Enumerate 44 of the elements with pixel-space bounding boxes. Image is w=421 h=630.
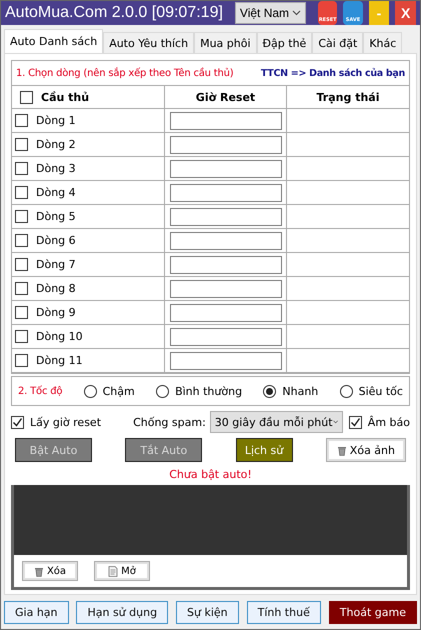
tab[interactable]: Auto Danh sách [4,29,104,53]
footer-button[interactable]: Gia hạn [4,601,69,624]
footer-button[interactable]: Hạn sử dụng [76,601,168,624]
action-button[interactable]: Lịch sử [236,438,293,462]
row-label: Dòng 10 [36,330,83,343]
row-label: Dòng 7 [36,258,76,271]
tab[interactable]: Cài đặt [312,32,364,53]
row-label: Dòng 4 [36,186,76,199]
speed-option[interactable]: Chậm [84,384,135,398]
status-message: Chưa bật auto! [168,468,253,481]
tab[interactable]: Đập thẻ [256,32,312,53]
action-button[interactable]: Xóa ảnh [326,438,406,462]
row-label: Dòng 3 [36,162,76,175]
spam-label: Chống spam: [133,416,206,428]
footer-button[interactable]: Tính thuế [246,601,321,624]
row-label: Dòng 5 [36,210,76,223]
window-title: AutoMua.Com 2.0.0 [09:07:19] [5,4,223,22]
speed-option[interactable]: Siêu tốc [340,384,403,398]
footer-button[interactable]: Thoát game [328,601,417,624]
log-button[interactable]: Xóa [22,561,78,581]
column-header: Giờ Reset [196,90,256,104]
list-link[interactable]: TTCN => Danh sách của bạn [260,68,405,78]
language-dropdown[interactable]: Việt Nam [234,2,306,24]
column-header: Cầu thủ [41,90,90,104]
row-label: Dòng 2 [36,138,76,151]
sound-checkbox-option[interactable]: Âm báo [348,416,410,428]
column-header: Trạng thái [316,90,380,104]
row-label: Dòng 1 [36,114,76,127]
tab[interactable]: Mua phôi [194,32,257,53]
row-label: Dòng 8 [36,282,76,295]
tab[interactable]: Auto Yêu thích [103,32,194,53]
speed-option[interactable]: Nhanh [263,384,318,398]
section-title: 1. Chọn dòng (nên sắp xếp theo Tên cầu thủ) [16,68,234,78]
tab[interactable]: Khác [363,32,402,53]
log-button[interactable]: Mở [94,561,150,581]
section-title: 2. Tốc độ [18,386,62,396]
footer-button[interactable]: Sự kiện [176,601,239,624]
row-label: Dòng 9 [36,306,76,319]
speed-option[interactable]: Bình thường [156,384,242,398]
row-label: Dòng 6 [36,234,76,247]
row-label: Dòng 11 [36,354,83,367]
reset-checkbox-option[interactable]: Lấy giờ reset [11,416,102,428]
spam-dropdown[interactable]: 30 giây đầu mỗi phút [210,411,343,433]
close-button[interactable]: X [395,1,416,25]
